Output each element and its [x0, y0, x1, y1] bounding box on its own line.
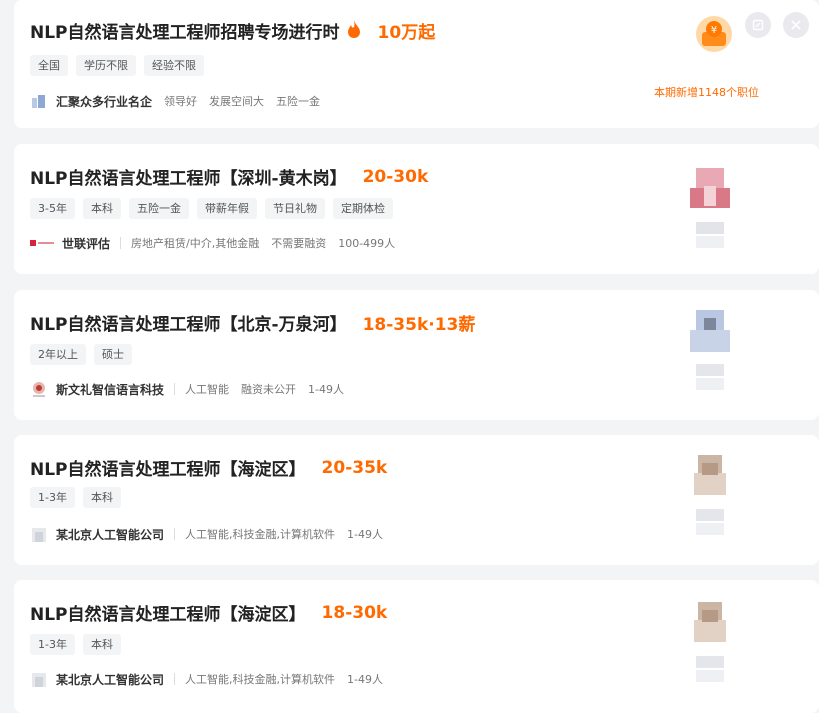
- divider: [120, 237, 122, 249]
- recruiter-avatar[interactable]: [682, 304, 738, 396]
- tag: 五险一金: [128, 198, 189, 219]
- tag: 带薪年假: [196, 198, 257, 219]
- close-icon[interactable]: [783, 12, 809, 38]
- company-meta: 融资未公开: [241, 383, 297, 396]
- tag: 本科: [82, 198, 121, 219]
- company-logo: [30, 234, 54, 252]
- company-meta: 五险一金: [276, 95, 321, 108]
- company-meta: 人工智能: [185, 383, 230, 396]
- tag: 经验不限: [144, 55, 204, 76]
- tag: 全国: [30, 55, 68, 76]
- company-logo: [30, 380, 48, 398]
- job-tags: 1-3年 本科: [30, 487, 129, 508]
- job-salary: 20-30k: [362, 166, 429, 187]
- job-tags: 2年以上 硕士: [30, 344, 140, 365]
- recruiter-avatar[interactable]: [682, 449, 738, 541]
- recruiter-avatar[interactable]: [682, 160, 738, 252]
- tag: 1-3年: [30, 634, 75, 655]
- fire-icon: [346, 19, 362, 43]
- company-meta: 1-49人: [347, 673, 383, 686]
- tag: 1-3年: [30, 487, 75, 508]
- job-card[interactable]: NLP自然语言处理工程师【海淀区】 20-35k 1-3年 本科 某北京人工智能…: [14, 435, 819, 565]
- tag: 节日礼物: [264, 198, 325, 219]
- company-meta: 人工智能,科技金融,计算机软件: [185, 673, 336, 686]
- job-title[interactable]: NLP自然语言处理工程师【深圳-黄木岗】: [30, 164, 347, 189]
- tag: 2年以上: [30, 344, 86, 365]
- job-card[interactable]: NLP自然语言处理工程师【海淀区】 18-30k 1-3年 本科 某北京人工智能…: [14, 580, 819, 713]
- company-logo: [30, 92, 48, 110]
- svg-text:¥: ¥: [711, 25, 717, 36]
- recruiter-avatar[interactable]: [682, 596, 738, 688]
- company-name[interactable]: 某北京人工智能公司: [56, 671, 164, 688]
- company-name[interactable]: 世联评估: [62, 235, 110, 252]
- company-meta: 发展空间大: [209, 95, 265, 108]
- edit-icon[interactable]: [745, 12, 771, 38]
- job-salary: 20-35k: [321, 457, 388, 478]
- job-salary: 18-30k: [321, 602, 388, 623]
- company-name[interactable]: 汇聚众多行业名企: [56, 93, 152, 110]
- tag: 硕士: [94, 344, 132, 365]
- promo-salary: 10万起: [377, 23, 436, 43]
- company-logo: [30, 525, 48, 543]
- company-name[interactable]: 某北京人工智能公司: [56, 526, 164, 543]
- company-logo: [30, 670, 48, 688]
- job-tags: 3-5年 本科 五险一金 带薪年假 节日礼物 定期体检: [30, 198, 401, 219]
- job-card[interactable]: NLP自然语言处理工程师【深圳-黄木岗】 20-30k 3-5年 本科 五险一金…: [14, 144, 819, 274]
- tag: 本科: [82, 487, 121, 508]
- company-meta: 不需要融资: [271, 237, 327, 250]
- new-jobs-text[interactable]: 本期新增1148个职位: [654, 84, 759, 100]
- company-meta: 1-49人: [308, 383, 344, 396]
- job-salary: 18-35k·13薪: [362, 315, 476, 335]
- company-name[interactable]: 斯文礼智信语言科技: [56, 381, 164, 398]
- company-meta: 房地产租赁/中介,其他金融: [131, 237, 260, 250]
- company-meta: 领导好: [164, 95, 198, 108]
- job-tags: 1-3年 本科: [30, 634, 129, 655]
- divider: [174, 673, 176, 685]
- company-meta: 人工智能,科技金融,计算机软件: [185, 528, 336, 541]
- job-title[interactable]: NLP自然语言处理工程师【海淀区】: [30, 600, 306, 625]
- job-card[interactable]: NLP自然语言处理工程师【北京-万泉河】 18-35k·13薪 2年以上 硕士 …: [14, 290, 819, 420]
- promo-title[interactable]: NLP自然语言处理工程师招聘专场进行时: [30, 18, 340, 43]
- tag: 本科: [82, 634, 121, 655]
- tag: 学历不限: [76, 55, 136, 76]
- divider: [174, 383, 176, 395]
- tag: 3-5年: [30, 198, 75, 219]
- job-title[interactable]: NLP自然语言处理工程师【海淀区】: [30, 455, 306, 480]
- promo-card[interactable]: NLP自然语言处理工程师招聘专场进行时 10万起 全国 学历不限 经验不限 汇聚…: [14, 0, 819, 128]
- company-meta: 1-49人: [347, 528, 383, 541]
- divider: [174, 528, 176, 540]
- promo-tags: 全国 学历不限 经验不限: [30, 55, 212, 76]
- tag: 定期体检: [332, 198, 393, 219]
- gift-icon: ¥: [694, 14, 734, 54]
- company-meta: 100-499人: [338, 237, 396, 250]
- job-title[interactable]: NLP自然语言处理工程师【北京-万泉河】: [30, 310, 347, 335]
